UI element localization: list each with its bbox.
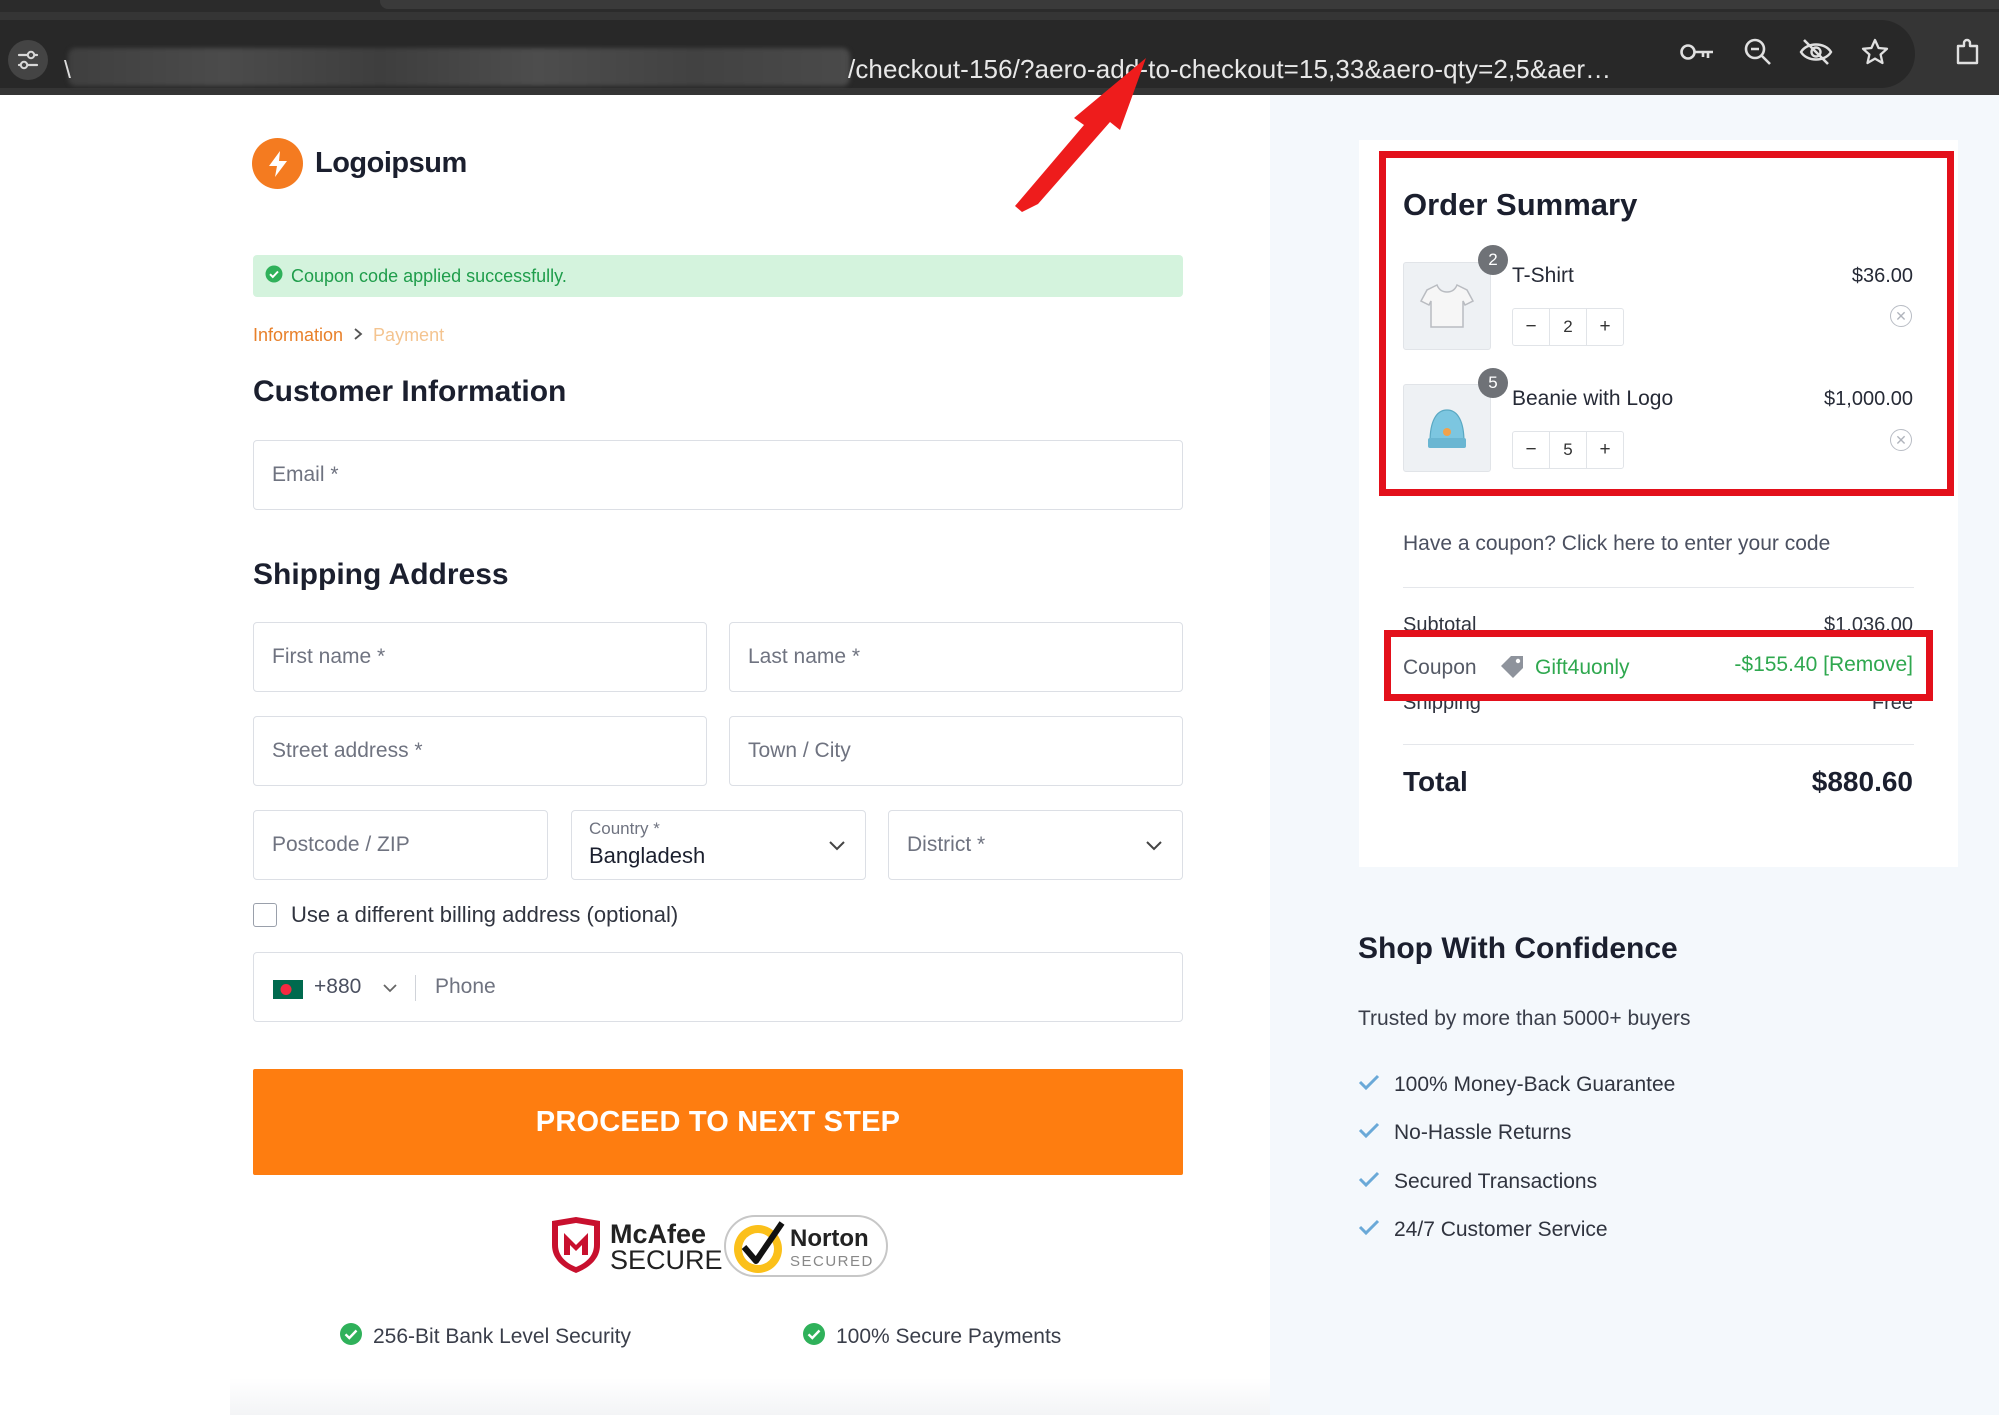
breadcrumb-information[interactable]: Information: [253, 325, 343, 346]
check-icon: [1358, 1218, 1380, 1242]
key-icon[interactable]: [1676, 30, 1720, 74]
mcafee-text: McAfee SECURE: [610, 1222, 723, 1273]
notice-text: Coupon code applied successfully.: [291, 266, 567, 287]
active-tab[interactable]: [380, 0, 1999, 9]
tune-icon[interactable]: [8, 40, 48, 80]
last-name-placeholder: Last name *: [748, 645, 860, 669]
norton-check-icon: [730, 1221, 790, 1280]
star-icon[interactable]: [1853, 30, 1897, 74]
highlight-box-items: [1379, 151, 1954, 496]
divider: [1403, 744, 1914, 745]
browser-toolbar: \ /checkout-156/?aero-add-to-checkout=15…: [0, 12, 1999, 95]
billing-label: Use a different billing address (optiona…: [291, 902, 678, 928]
chevron-right-icon: [353, 325, 363, 346]
phone-placeholder: Phone: [435, 975, 496, 999]
check-circle-icon: [265, 265, 283, 288]
trust-item: 100% Secure Payments: [802, 1322, 1061, 1352]
brand-logo[interactable]: Logoipsum: [252, 138, 467, 189]
shipping-address-heading: Shipping Address: [253, 558, 509, 592]
url-redacted-region: [68, 48, 850, 86]
country-select[interactable]: Country * Bangladesh: [571, 810, 866, 880]
norton-name: Norton: [790, 1227, 869, 1251]
guarantee-text: Secured Transactions: [1394, 1170, 1597, 1194]
postcode-placeholder: Postcode / ZIP: [272, 833, 410, 857]
breadcrumb-payment[interactable]: Payment: [373, 325, 444, 346]
guarantee-text: No-Hassle Returns: [1394, 1121, 1571, 1145]
chevron-down-icon[interactable]: [381, 979, 399, 1002]
check-icon: [1358, 1073, 1380, 1097]
last-name-field[interactable]: Last name *: [729, 622, 1183, 692]
norton-badge: Norton SECURED: [724, 1215, 888, 1277]
check-icon: [1358, 1170, 1380, 1194]
district-placeholder: District *: [907, 833, 985, 857]
city-field[interactable]: Town / City: [729, 716, 1183, 786]
guarantee-item: 100% Money-Back Guarantee: [1358, 1073, 1675, 1097]
city-placeholder: Town / City: [748, 739, 851, 763]
district-select[interactable]: District *: [888, 810, 1183, 880]
street-placeholder: Street address *: [272, 739, 423, 763]
guarantee-item: No-Hassle Returns: [1358, 1121, 1571, 1145]
guarantee-item: 24/7 Customer Service: [1358, 1218, 1608, 1242]
total-label: Total: [1403, 766, 1468, 798]
email-placeholder: Email *: [272, 463, 339, 487]
page-bottom-fade: [230, 1378, 1270, 1415]
guarantee-text: 100% Money-Back Guarantee: [1394, 1073, 1675, 1097]
mcafee-secure: SECURE: [610, 1248, 723, 1274]
mcafee-badge: McAfee SECURE: [548, 1215, 723, 1280]
first-name-placeholder: First name *: [272, 645, 385, 669]
browser-tab-strip: [0, 0, 1999, 12]
phone-country-code[interactable]: +880: [314, 975, 361, 999]
bolt-icon: [252, 138, 303, 189]
extensions-icon[interactable]: [1946, 30, 1990, 74]
coupon-link[interactable]: Have a coupon? Click here to enter your …: [1403, 532, 1830, 556]
url-lead-char: \: [64, 56, 71, 85]
mcafee-shield-icon: [548, 1215, 604, 1280]
zoom-icon[interactable]: [1736, 30, 1780, 74]
postcode-field[interactable]: Postcode / ZIP: [253, 810, 548, 880]
first-name-field[interactable]: First name *: [253, 622, 707, 692]
address-bar[interactable]: \ /checkout-156/?aero-add-to-checkout=15…: [0, 20, 1915, 88]
email-field[interactable]: Email *: [253, 440, 1183, 510]
highlight-box-coupon: [1384, 630, 1933, 701]
check-circle-icon: [802, 1322, 826, 1352]
bangladesh-flag-icon: [273, 980, 303, 1004]
trust-item: 256-Bit Bank Level Security: [339, 1322, 631, 1352]
breadcrumb: Information Payment: [253, 325, 444, 346]
mcafee-name: McAfee: [610, 1222, 723, 1248]
divider: [1403, 587, 1914, 588]
check-icon: [1358, 1121, 1380, 1145]
country-label: Country *: [589, 819, 660, 839]
phone-field[interactable]: +880 Phone: [253, 952, 1183, 1022]
guarantee-text: 24/7 Customer Service: [1394, 1218, 1608, 1242]
confidence-title: Shop With Confidence: [1358, 932, 1678, 966]
checkbox[interactable]: [253, 903, 277, 927]
proceed-button[interactable]: PROCEED TO NEXT STEP: [253, 1069, 1183, 1175]
total-value: $880.60: [1812, 766, 1913, 798]
check-circle-icon: [339, 1322, 363, 1352]
trust-text: 100% Secure Payments: [836, 1325, 1061, 1349]
guarantee-item: Secured Transactions: [1358, 1170, 1597, 1194]
logo-text: Logoipsum: [315, 147, 467, 180]
street-address-field[interactable]: Street address *: [253, 716, 707, 786]
eye-off-icon[interactable]: [1794, 30, 1838, 74]
confidence-subtitle: Trusted by more than 5000+ buyers: [1358, 1007, 1691, 1031]
country-value: Bangladesh: [589, 843, 705, 869]
norton-secured: SECURED: [790, 1253, 874, 1270]
chevron-down-icon: [1144, 835, 1164, 860]
url-text[interactable]: /checkout-156/?aero-add-to-checkout=15,3…: [848, 54, 1611, 85]
different-billing-checkbox[interactable]: Use a different billing address (optiona…: [253, 902, 678, 928]
trust-text: 256-Bit Bank Level Security: [373, 1325, 631, 1349]
phone-divider: [415, 975, 416, 1001]
coupon-success-notice: Coupon code applied successfully.: [253, 255, 1183, 297]
chevron-down-icon: [827, 835, 847, 860]
customer-info-heading: Customer Information: [253, 375, 566, 409]
